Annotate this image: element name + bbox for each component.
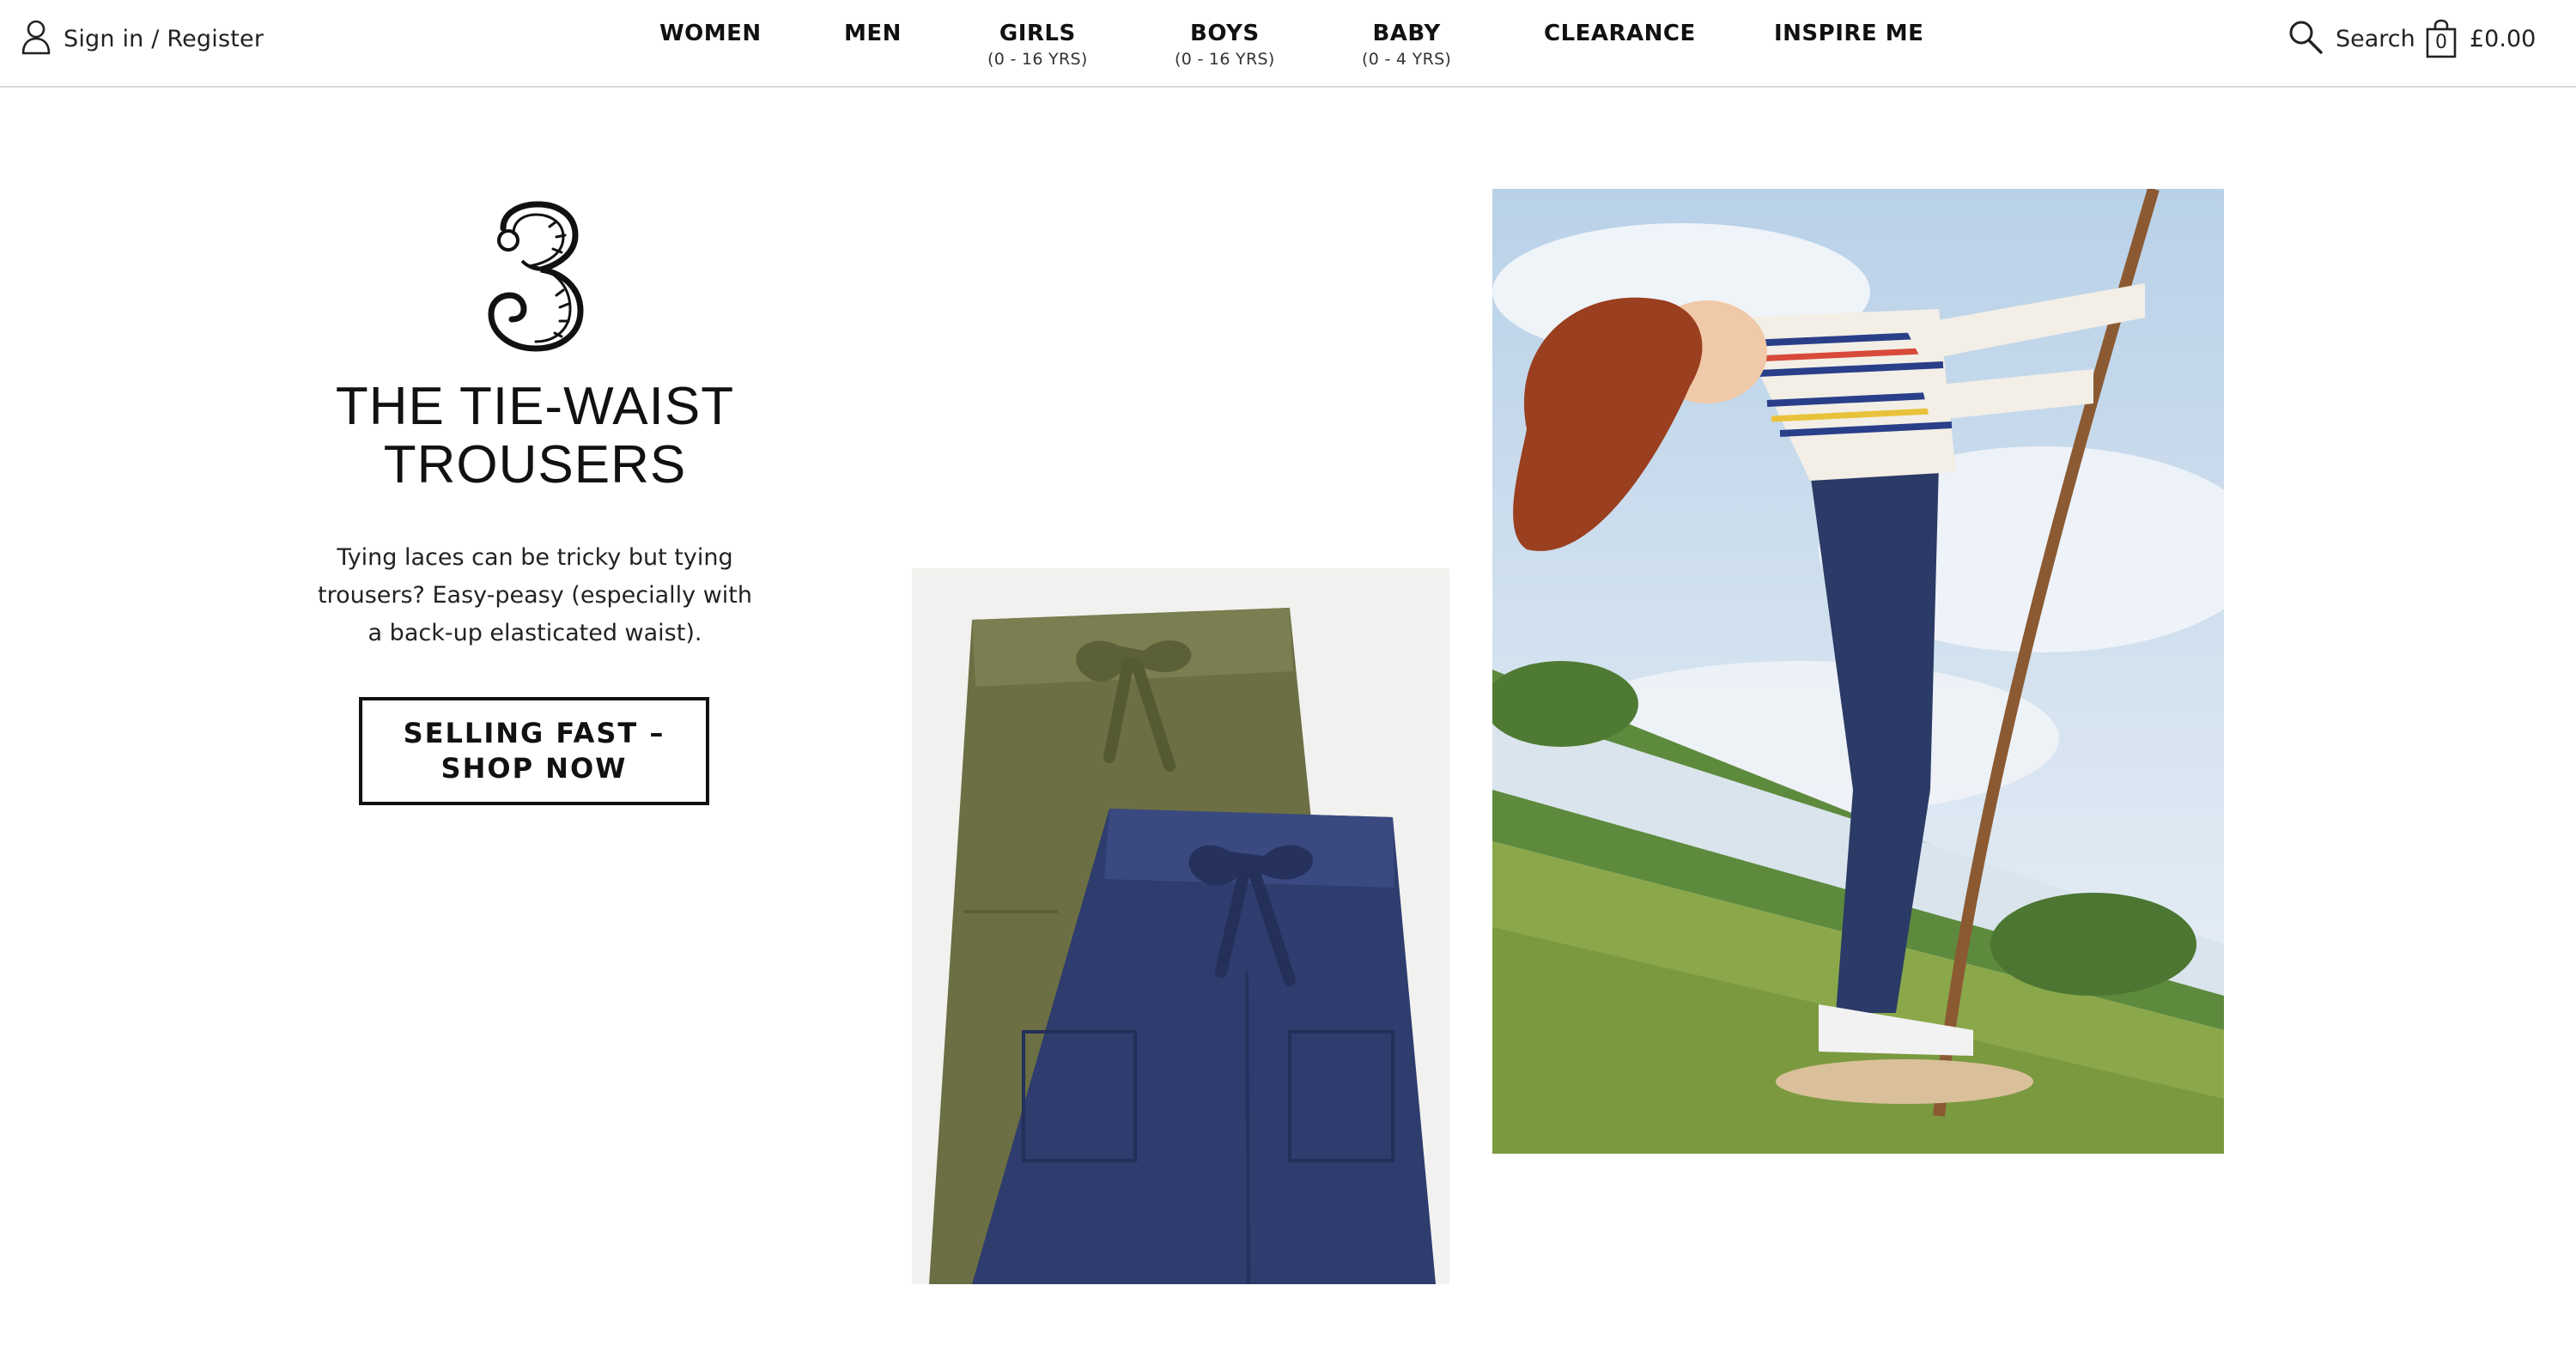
nav-item-girls[interactable]: GIRLS (0 - 16 YRS) <box>987 21 1088 69</box>
nav-label: MEN <box>844 21 902 46</box>
nav-item-baby[interactable]: BABY (0 - 4 YRS) <box>1362 21 1451 69</box>
basket-total: £0.00 <box>2470 25 2537 52</box>
nav-item-women[interactable]: WOMEN <box>659 21 762 46</box>
nav-label: INSPIRE ME <box>1774 21 1924 46</box>
nav-label: BABY <box>1372 21 1441 46</box>
shopping-bag-icon: 0 <box>2425 19 2458 58</box>
nav-item-inspire-me[interactable]: INSPIRE ME <box>1774 21 1923 46</box>
basket-button[interactable]: 0 £0.00 <box>2425 14 2536 64</box>
nav-age-range: (0 - 4 YRS) <box>1362 50 1452 69</box>
sign-in-register-link[interactable]: Sign in / Register <box>21 17 264 60</box>
search-icon <box>2287 19 2324 58</box>
nav-label: BOYS <box>1190 21 1260 46</box>
product-title: THE TIE-WAIST TROUSERS <box>335 377 735 494</box>
trousers-flatlay-image[interactable] <box>912 568 1449 1284</box>
nav-age-range: (0 - 16 YRS) <box>987 50 1088 69</box>
search-button[interactable]: Search <box>2287 15 2415 62</box>
product-description: Tying laces can be tricky but tying trou… <box>317 544 753 646</box>
sign-in-label: Sign in / Register <box>64 25 264 52</box>
basket-count: 0 <box>2435 32 2447 53</box>
nav-item-boys[interactable]: BOYS (0 - 16 YRS) <box>1175 21 1275 69</box>
nav-label: WOMEN <box>659 21 762 46</box>
site-header: Sign in / Register WOMEN MEN GIRLS (0 - … <box>0 0 2576 88</box>
nav-label: CLEARANCE <box>1544 21 1696 46</box>
shop-now-label: SELLING FAST – SHOP NOW <box>403 717 665 785</box>
search-label: Search <box>2336 25 2415 52</box>
nav-item-clearance[interactable]: CLEARANCE <box>1544 21 1696 46</box>
girl-on-swing-image[interactable] <box>1492 189 2224 1154</box>
shop-now-button[interactable]: SELLING FAST – SHOP NOW <box>359 697 709 805</box>
user-icon <box>21 19 52 58</box>
nav-age-range: (0 - 16 YRS) <box>1175 50 1275 69</box>
nav-label: GIRLS <box>999 21 1076 46</box>
decorative-numeral <box>474 199 591 352</box>
nav-item-men[interactable]: MEN <box>844 21 902 46</box>
